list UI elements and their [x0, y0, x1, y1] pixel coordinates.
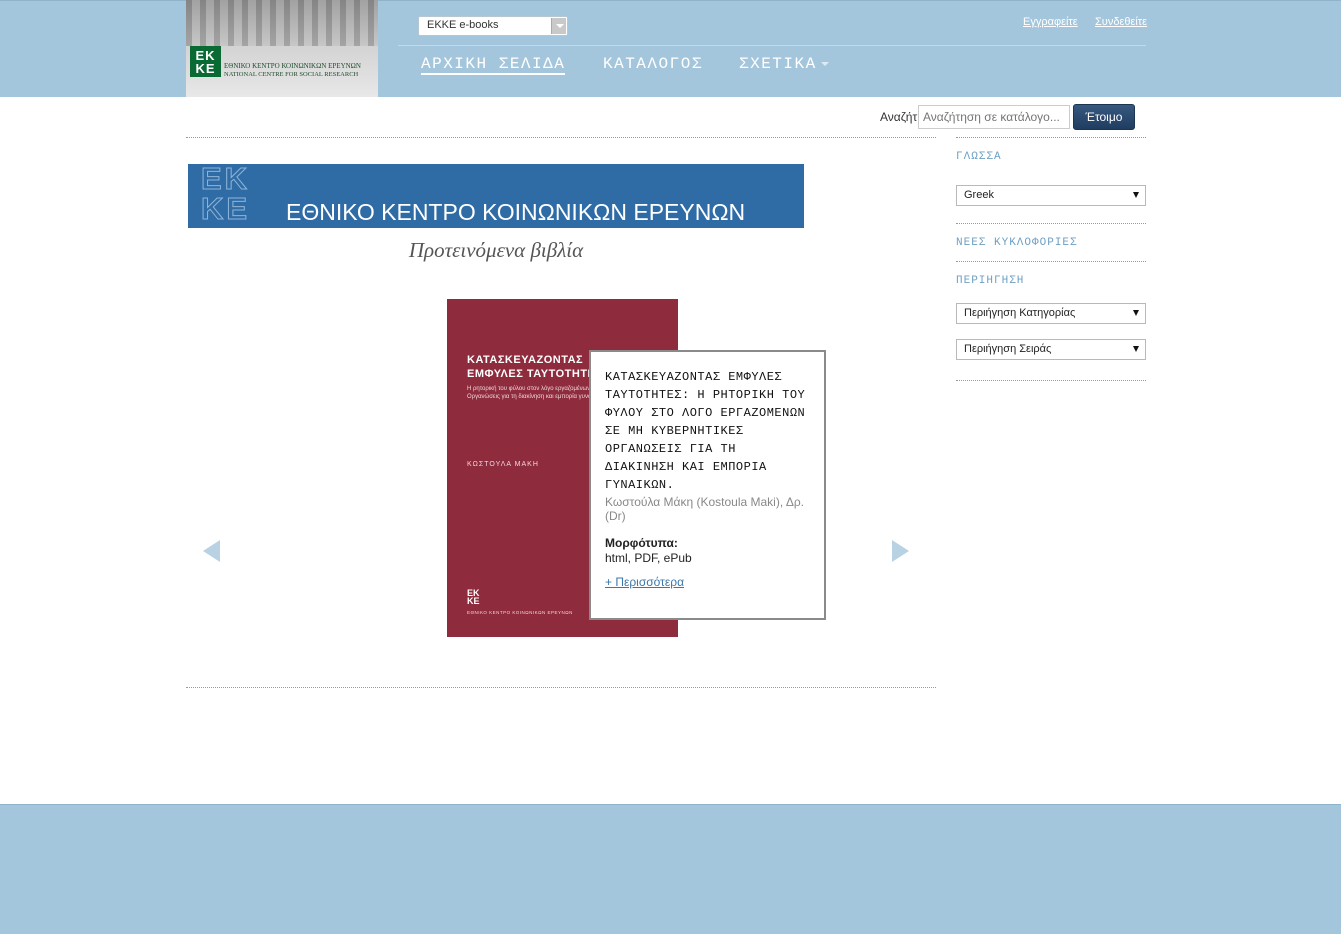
triangle-down-icon [1133, 192, 1139, 198]
arrow-left-icon[interactable] [203, 540, 220, 562]
language-select-value: Greek [964, 189, 994, 201]
cover-publisher: ΕΘΝΙΚΟ ΚΕΝΤΡΟ ΚΟΙΝΩΝΙΚΩΝ ΕΡΕΥΝΩΝ [467, 610, 573, 615]
divider [956, 380, 1146, 381]
ekke-banner: EK KE ΕΘΝΙΚΟ ΚΕΝΤΡΟ ΚΟΙΝΩΝΙΚΩΝ ΕΡΕΥΝΩΝ [188, 161, 804, 228]
language-select[interactable]: Greek [956, 185, 1146, 206]
nav-catalog[interactable]: ΚΑΤΑΛΟΓΟΣ [603, 55, 703, 73]
triangle-down-icon [1133, 310, 1139, 316]
new-releases-link[interactable]: ΝΕΕΣ ΚΥΚΛΟΦΟΡΙΕΣ [956, 237, 1078, 249]
formats-label: Μορφότυπα: [605, 536, 678, 550]
banner-title: ΕΘΝΙΚΟ ΚΕΝΤΡΟ ΚΟΙΝΩΝΙΚΩΝ ΕΡΕΥΝΩΝ [286, 199, 746, 225]
divider [956, 261, 1146, 262]
cover-title-line-1: ΚΑΤΑΣΚΕΥΑΖΟΝΤΑΣ [467, 354, 584, 366]
browse-series-select[interactable]: Περιήγηση Σειράς [956, 339, 1146, 360]
site-selector-value: EKKE e-books [427, 19, 499, 31]
login-link[interactable]: Συνδεθείτε [1095, 16, 1147, 28]
search-input[interactable] [918, 105, 1070, 129]
logo-mark: EK KE [190, 46, 221, 77]
browse-series-value: Περιήγηση Σειράς [964, 343, 1052, 355]
nav-divider [398, 45, 1146, 46]
divider [186, 137, 936, 138]
cover-publisher-logo: EK KE [467, 588, 480, 606]
browse-category-value: Περιήγηση Κατηγορίας [964, 307, 1076, 319]
book-title[interactable]: ΚΑΤΑΣΚΕΥΑΖΟΝΤΑΣ ΕΜΦΥΛΕΣ ΤΑΥΤΟΤΗΤΕΣ: Η ΡΗ… [605, 368, 810, 494]
register-link[interactable]: Εγγραφείτε [1023, 16, 1078, 28]
cover-title-line-2: ΕΜΦΥΛΕΣ ΤΑΥΤΟΤΗΤΕΣ [467, 368, 603, 380]
logo-photo [186, 0, 378, 46]
cover-author: ΚΩΣΤΟΥΛΑ ΜΑΚΗ [467, 461, 539, 468]
divider [186, 687, 936, 688]
divider [956, 137, 1146, 138]
logo-name-english: NATIONAL CENTRE FOR SOCIAL RESEARCH [224, 71, 359, 78]
logo-name-greek: ΕΘΝΙΚΟ ΚΕΝΤΡΟ ΚΟΙΝΩΝΙΚΩΝ ΕΡΕΥΝΩΝ [224, 62, 361, 70]
site-selector[interactable]: EKKE e-books [418, 16, 568, 36]
nav-about-label: ΣΧΕΤΙΚΑ [739, 55, 817, 73]
arrow-right-icon[interactable] [892, 540, 909, 562]
nav-home[interactable]: ΑΡΧΙΚΗ ΣΕΛΙΔΑ [421, 55, 566, 75]
book-author: Κωστούλα Μάκη (Kostoula Maki), Δρ. (Dr) [605, 495, 805, 523]
banner-logo-letters: EK KE [200, 161, 251, 226]
nav-about[interactable]: ΣΧΕΤΙΚΑ [739, 55, 829, 73]
divider [956, 223, 1146, 224]
triangle-down-icon [1133, 346, 1139, 352]
more-link[interactable]: + Περισσότερα [605, 575, 810, 589]
browse-category-select[interactable]: Περιήγηση Κατηγορίας [956, 303, 1146, 324]
formats-value: html, PDF, ePub [605, 551, 692, 565]
featured-heading: Προτεινόμενα βιβλία [408, 238, 584, 262]
footer-bar [0, 804, 1341, 934]
book-details-popup: ΚΑΤΑΣΚΕΥΑΖΟΝΤΑΣ ΕΜΦΥΛΕΣ ΤΑΥΤΟΤΗΤΕΣ: Η ΡΗ… [589, 350, 826, 620]
language-heading: ΓΛΩΣΣΑ [956, 151, 1002, 163]
chevron-down-icon [551, 18, 566, 34]
browse-heading: ΠΕΡΙΗΓΗΣΗ [956, 275, 1025, 287]
site-logo[interactable]: EK KE ΕΘΝΙΚΟ ΚΕΝΤΡΟ ΚΟΙΝΩΝΙΚΩΝ ΕΡΕΥΝΩΝ N… [186, 0, 378, 97]
search-button[interactable]: Έτοιμο [1073, 104, 1135, 130]
caret-down-icon [820, 61, 829, 66]
